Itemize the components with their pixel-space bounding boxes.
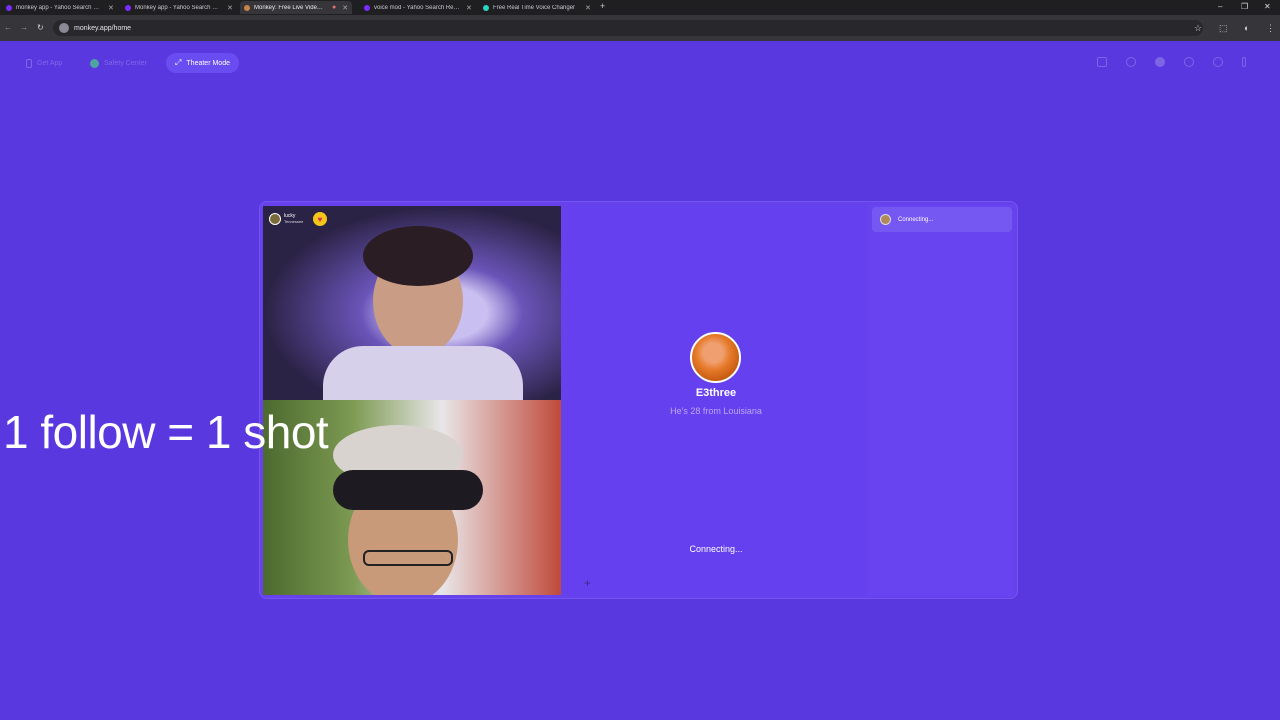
match-info: He's 28 from Louisiana xyxy=(670,406,762,416)
close-tab-icon[interactable]: ✕ xyxy=(466,4,472,12)
video-hair xyxy=(363,226,473,286)
monkey-icon xyxy=(244,4,250,11)
history-icon[interactable] xyxy=(1184,57,1194,67)
avatar xyxy=(269,213,281,225)
safety-center-label: Safety Center xyxy=(104,59,147,67)
tab-title: Monkey app - Yahoo Search Results xyxy=(135,4,221,11)
search-icon[interactable] xyxy=(1126,57,1136,67)
video-glasses xyxy=(363,550,453,566)
tab-title: voice mod - Yahoo Search Results xyxy=(374,4,460,11)
voicemod-icon xyxy=(483,4,489,11)
browser-tab[interactable]: Monkey app - Yahoo Search Results ✕ xyxy=(121,1,237,14)
expand-icon: ⤢ xyxy=(175,58,182,67)
site-info-icon[interactable] xyxy=(59,23,69,33)
browser-tab[interactable]: voice mod - Yahoo Search Results ✕ xyxy=(360,1,476,14)
get-app-link[interactable]: Get App xyxy=(26,56,62,70)
close-window-icon[interactable]: ✕ xyxy=(1264,2,1271,11)
shield-icon xyxy=(90,58,99,68)
bookmark-star-icon[interactable]: ☆ xyxy=(1194,23,1202,34)
tab-title: Free Real Time Voice Changer xyxy=(493,4,576,11)
back-icon[interactable]: ← xyxy=(4,23,12,32)
tab-title: monkey app - Yahoo Search Results xyxy=(16,4,102,11)
connection-status: Connecting... xyxy=(689,544,743,554)
stream-overlay-text: 1 follow = 1 shot xyxy=(3,406,329,458)
theater-mode-button[interactable]: ⤢ Theater Mode xyxy=(166,53,239,73)
profile-icon[interactable]: ◐ xyxy=(1244,23,1249,33)
browser-tab[interactable]: monkey app - Yahoo Search Results ✕ xyxy=(2,1,118,14)
address-bar[interactable]: monkey.app/home xyxy=(53,20,1203,36)
match-card xyxy=(567,205,865,596)
extensions-icon[interactable]: ⬚ xyxy=(1219,23,1228,34)
more-icon[interactable] xyxy=(1242,57,1246,67)
audio-icon[interactable]: ● xyxy=(332,4,336,11)
yahoo-icon xyxy=(6,4,12,11)
forward-icon[interactable]: → xyxy=(20,23,28,32)
restore-icon[interactable]: ❐ xyxy=(1241,2,1248,11)
heart-icon[interactable]: ♥ xyxy=(313,212,327,226)
close-tab-icon[interactable]: ✕ xyxy=(108,4,114,12)
new-tab-button[interactable]: + xyxy=(600,1,605,11)
minimize-icon[interactable]: – xyxy=(1218,2,1222,11)
url-text: monkey.app/home xyxy=(74,24,132,32)
mouse-cursor-icon: + xyxy=(584,576,592,590)
side-chat-header: Connecting... xyxy=(872,207,1012,232)
match-name: E3three xyxy=(695,387,737,399)
avatar xyxy=(880,214,891,225)
reload-icon[interactable]: ↻ xyxy=(37,23,44,32)
close-tab-icon[interactable]: ✕ xyxy=(342,4,348,12)
yahoo-icon xyxy=(364,4,370,11)
tab-title: Monkey: Free Live Video Chat xyxy=(254,4,326,11)
coin-icon[interactable] xyxy=(1155,57,1165,67)
menu-icon[interactable]: ⋮ xyxy=(1266,23,1275,34)
phone-icon xyxy=(26,58,32,68)
avatar xyxy=(690,332,741,383)
get-app-label: Get App xyxy=(37,59,63,67)
video-headband xyxy=(333,470,483,510)
close-tab-icon[interactable]: ✕ xyxy=(227,4,233,12)
side-chat-panel xyxy=(869,205,1013,596)
browser-tab[interactable]: Free Real Time Voice Changer ✕ xyxy=(479,1,595,14)
close-tab-icon[interactable]: ✕ xyxy=(585,4,591,12)
remote-video xyxy=(263,206,561,400)
remote-user-chip[interactable]: lucky Tennessee xyxy=(269,211,303,227)
browser-tab-bar: monkey app - Yahoo Search Results ✕ Monk… xyxy=(0,0,1280,15)
theater-mode-label: Theater Mode xyxy=(186,59,230,67)
yahoo-icon xyxy=(125,4,131,11)
side-status: Connecting... xyxy=(898,216,934,223)
shop-icon[interactable] xyxy=(1097,57,1107,67)
chat-icon[interactable] xyxy=(1213,57,1223,67)
video-hoodie xyxy=(323,346,523,400)
safety-center-link[interactable]: Safety Center xyxy=(90,56,147,70)
remote-location: Tennessee xyxy=(284,219,304,224)
browser-toolbar: ← → ↻ monkey.app/home ☆ ⬚ ◐ ⋮ xyxy=(0,15,1280,41)
browser-tab-active[interactable]: Monkey: Free Live Video Chat ● ✕ xyxy=(240,1,353,14)
